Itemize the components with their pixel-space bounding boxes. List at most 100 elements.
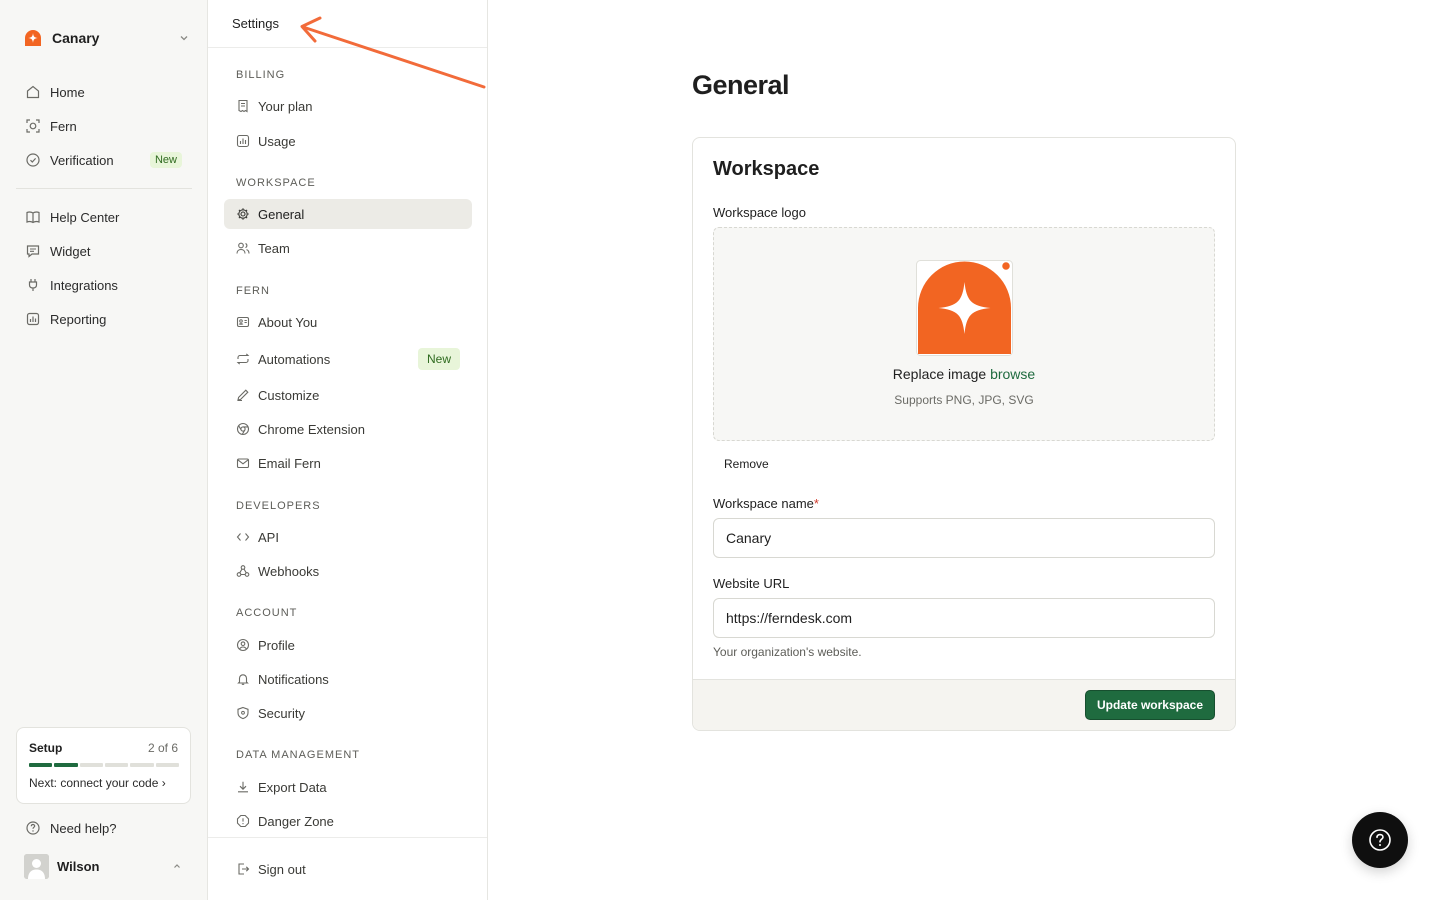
settings-item-label: About You [258,314,318,330]
question-circle-icon [25,820,41,836]
user-menu[interactable]: Wilson [16,852,192,880]
settings-title: Settings [232,16,279,31]
settings-item-danger-zone[interactable]: Danger Zone [224,806,472,836]
nav-verification-label: Verification [50,152,114,168]
help-chat-button[interactable] [1352,812,1408,868]
user-circle-icon [236,638,250,652]
download-icon [236,780,250,794]
settings-item-automations[interactable]: Automations New [224,343,472,375]
need-help-label: Need help? [50,820,117,836]
supported-formats-hint: Supports PNG, JPG, SVG [894,393,1034,407]
settings-item-security[interactable]: Security [224,698,472,728]
setup-progress-segment [29,763,53,767]
question-circle-icon [1368,828,1392,852]
workspace-switcher[interactable]: Canary [16,24,192,52]
new-badge: New [417,348,460,370]
settings-item-label: Email Fern [258,455,321,471]
settings-item-label: Automations [258,351,331,367]
nav-home-label: Home [50,84,85,100]
mail-icon [236,456,250,470]
section-workspace: WORKSPACE [236,177,316,189]
workspace-card: Workspace Workspace logo Replace image b… [692,137,1236,731]
settings-item-general[interactable]: General [224,199,472,229]
setup-card[interactable]: Setup 2 of 6 Next: connect your code › [16,727,191,804]
settings-item-label: Webhooks [258,563,320,579]
check-circle-icon [25,152,41,168]
sign-out-button[interactable]: Sign out [224,854,472,884]
nav-reporting-label: Reporting [50,311,107,327]
settings-item-usage[interactable]: Usage [224,126,472,156]
need-help-link[interactable]: Need help? [16,814,192,842]
chart-icon [25,311,41,327]
user-name: Wilson [57,858,100,874]
nav-integrations[interactable]: Integrations [16,271,192,299]
settings-item-webhooks[interactable]: Webhooks [224,556,472,586]
setup-progress-segment [130,763,154,767]
setup-progress-segment [54,763,78,767]
section-account: ACCOUNT [236,607,298,619]
alert-octagon-icon [236,814,250,828]
users-icon [236,241,250,255]
nav-widget[interactable]: Widget [16,237,192,265]
page-title: General [692,70,790,100]
nav-integrations-label: Integrations [50,277,118,293]
settings-header: Settings [208,0,487,48]
canary-logo-icon [24,29,42,47]
settings-item-label: Profile [258,637,295,653]
nav-help-center[interactable]: Help Center [16,203,192,231]
setup-progress-segment [104,763,129,767]
nav-home[interactable]: Home [16,78,192,106]
settings-item-notifications[interactable]: Notifications [224,664,472,694]
receipt-icon [236,99,250,113]
chevron-up-icon [172,861,182,871]
nav-widget-label: Widget [50,243,91,259]
website-url-input[interactable] [713,598,1215,638]
pencil-icon [236,388,250,402]
fern-icon [25,118,41,134]
website-url-label: Website URL [713,576,790,591]
workspace-name-input[interactable] [713,518,1215,558]
setup-progress-segment [155,763,179,767]
setup-next-step: Next: connect your code › [29,776,166,790]
nav-help-center-label: Help Center [50,209,120,225]
settings-item-label: Security [258,705,305,721]
settings-item-about-you[interactable]: About You [224,307,472,337]
settings-item-label: API [258,529,279,545]
update-workspace-button[interactable]: Update workspace [1084,690,1215,720]
logo-upload-dropzone[interactable]: Replace image browse Supports PNG, JPG, … [713,227,1215,441]
nav-fern[interactable]: Fern [16,112,192,140]
chrome-icon [236,422,250,436]
browse-link[interactable]: browse [990,366,1035,382]
settings-item-label: General [258,206,305,222]
setup-progress-segment [79,763,103,767]
workspace-name: Canary [52,30,100,46]
nav-reporting[interactable]: Reporting [16,305,192,333]
settings-item-email-fern[interactable]: Email Fern [224,448,472,478]
settings-item-your-plan[interactable]: Your plan [224,91,472,121]
nav-verification[interactable]: Verification New [16,146,192,174]
nav-fern-label: Fern [50,118,77,134]
settings-item-profile[interactable]: Profile [224,630,472,660]
divider [16,188,192,189]
repeat-icon [236,352,250,366]
bar-chart-icon [236,134,250,148]
section-data-management: DATA MANAGEMENT [236,749,360,761]
setup-progress-bar [29,763,179,767]
card-footer: Update workspace [693,679,1235,730]
settings-item-customize[interactable]: Customize [224,380,472,410]
remove-logo-button[interactable]: Remove [713,452,780,476]
workspace-logo-label: Workspace logo [713,205,806,220]
card-title: Workspace [713,158,820,180]
required-asterisk: * [813,496,819,511]
settings-item-team[interactable]: Team [224,233,472,263]
plug-icon [25,277,41,293]
new-badge: New [149,152,182,168]
settings-item-label: Team [258,240,290,256]
settings-item-chrome-extension[interactable]: Chrome Extension [224,414,472,444]
settings-item-export-data[interactable]: Export Data [224,772,472,802]
replace-image-label: Replace image [892,366,987,382]
book-icon [25,209,41,225]
id-card-icon [236,315,250,329]
settings-item-api[interactable]: API [224,522,472,552]
replace-image-text: Replace image browse [714,366,1214,382]
